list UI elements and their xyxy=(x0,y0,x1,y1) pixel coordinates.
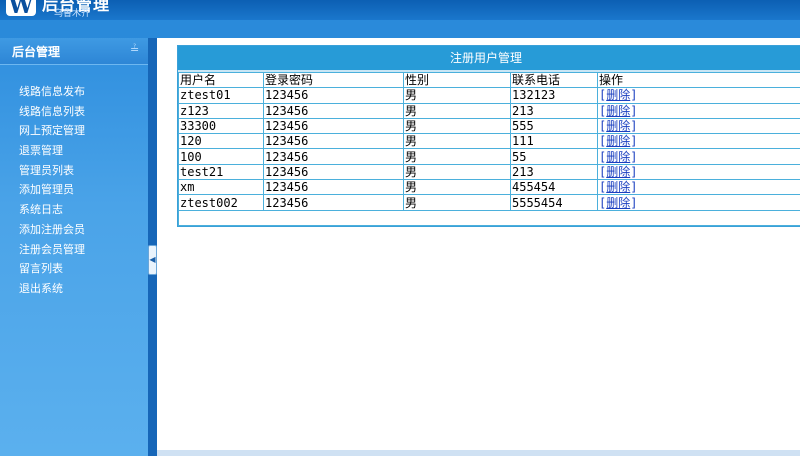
column-header-gender: 性别 xyxy=(403,71,511,89)
cell-action: [删除] xyxy=(597,102,800,119)
cell-gender: 男 xyxy=(403,87,511,104)
sidebar-item-add-member[interactable]: 添加注册会员 xyxy=(0,220,148,240)
delete-link[interactable]: 删除 xyxy=(606,196,630,210)
panel-title: 注册用户管理 xyxy=(178,46,800,72)
delete-link[interactable]: 删除 xyxy=(606,165,630,179)
table-row: xm 123456 男 455454 [删除] xyxy=(178,179,800,196)
top-header: W 后台管理 乌鲁木齐 xyxy=(0,0,800,20)
header-strip xyxy=(0,20,800,38)
cell-password: 123456 xyxy=(263,194,404,211)
cell-gender: 男 xyxy=(403,102,511,119)
sidebar-item-online-booking[interactable]: 网上预定管理 xyxy=(0,121,148,141)
sidebar: 后台管理 ≟ 线路信息发布 线路信息列表 网上预定管理 退票管理 管理员列表 添… xyxy=(0,38,148,456)
table-row: z123 123456 男 213 [删除] xyxy=(178,102,800,119)
cell-action: [删除] xyxy=(597,148,800,165)
collapse-left-arrow-icon[interactable]: ◀ xyxy=(148,245,157,275)
table-row: ztest01 123456 男 132123 [删除] xyxy=(178,87,800,104)
sidebar-menu: 线路信息发布 线路信息列表 网上预定管理 退票管理 管理员列表 添加管理员 系统… xyxy=(0,82,148,299)
column-header-action: 操作 xyxy=(597,71,800,89)
sidebar-title: 后台管理 xyxy=(12,45,61,59)
sidebar-item-refund[interactable]: 退票管理 xyxy=(0,141,148,161)
cell-gender: 男 xyxy=(403,163,511,181)
user-management-panel: 注册用户管理 用户名 登录密码 性别 联系电话 操作 ztest01 12345… xyxy=(177,45,800,227)
sidebar-item-route-publish[interactable]: 线路信息发布 xyxy=(0,82,148,102)
cell-gender: 男 xyxy=(403,179,511,196)
table-row: 100 123456 男 55 [删除] xyxy=(178,148,800,165)
cell-phone: 213 xyxy=(510,163,598,181)
cell-action: [删除] xyxy=(597,194,800,211)
delete-link[interactable]: 删除 xyxy=(606,119,630,133)
delete-link[interactable]: 删除 xyxy=(606,134,630,148)
sidebar-item-system-log[interactable]: 系统日志 xyxy=(0,200,148,220)
sidebar-item-messages[interactable]: 留言列表 xyxy=(0,259,148,279)
sidebar-item-logout[interactable]: 退出系统 xyxy=(0,279,148,299)
cell-phone: 111 xyxy=(510,133,598,150)
cell-action: [删除] xyxy=(597,163,800,181)
delete-link[interactable]: 删除 xyxy=(606,180,630,194)
table-row: 120 123456 男 111 [删除] xyxy=(178,133,800,150)
sidebar-item-admin-list[interactable]: 管理员列表 xyxy=(0,161,148,181)
logo-icon: W xyxy=(6,0,36,19)
cell-action: [删除] xyxy=(597,87,800,104)
cell-action: [删除] xyxy=(597,179,800,196)
cell-username: z123 xyxy=(178,102,264,119)
column-header-username: 用户名 xyxy=(178,71,264,89)
column-header-password: 登录密码 xyxy=(263,71,404,89)
delete-link[interactable]: 删除 xyxy=(606,88,630,102)
cell-username: 100 xyxy=(178,148,264,165)
table-row: test21 123456 男 213 [删除] xyxy=(178,163,800,181)
cell-username: 120 xyxy=(178,133,264,150)
cell-password: 123456 xyxy=(263,148,404,165)
sidebar-item-route-list[interactable]: 线路信息列表 xyxy=(0,102,148,122)
cell-action: [删除] xyxy=(597,117,800,135)
cell-password: 123456 xyxy=(263,133,404,150)
cell-password: 123456 xyxy=(263,163,404,181)
cell-gender: 男 xyxy=(403,117,511,135)
chevron-double-down-icon[interactable]: ≟ xyxy=(130,43,139,56)
cell-gender: 男 xyxy=(403,133,511,150)
column-header-phone: 联系电话 xyxy=(510,71,598,89)
cell-gender: 男 xyxy=(403,194,511,211)
cell-gender: 男 xyxy=(403,148,511,165)
table-row: ztest002 123456 男 5555454 [删除] xyxy=(178,194,800,211)
cell-username: 33300 xyxy=(178,117,264,135)
delete-link[interactable]: 删除 xyxy=(606,104,630,118)
main-bottom-border xyxy=(157,450,800,456)
cell-action: [删除] xyxy=(597,133,800,150)
app-subtitle: 乌鲁木齐 xyxy=(54,9,91,19)
user-table: 用户名 登录密码 性别 联系电话 操作 ztest01 123456 男 132… xyxy=(178,71,800,226)
cell-phone: 55 xyxy=(510,148,598,165)
table-row: 33300 123456 男 555 [删除] xyxy=(178,117,800,135)
cell-phone: 455454 xyxy=(510,179,598,196)
cell-username: xm xyxy=(178,179,264,196)
table-footer xyxy=(178,209,800,226)
cell-password: 123456 xyxy=(263,102,404,119)
cell-username: ztest01 xyxy=(178,87,264,104)
cell-password: 123456 xyxy=(263,117,404,135)
sidebar-header[interactable]: 后台管理 ≟ xyxy=(0,38,148,65)
sidebar-item-add-admin[interactable]: 添加管理员 xyxy=(0,180,148,200)
table-header-row: 用户名 登录密码 性别 联系电话 操作 xyxy=(178,71,800,89)
cell-phone: 555 xyxy=(510,117,598,135)
cell-username: ztest002 xyxy=(178,194,264,211)
cell-phone: 132123 xyxy=(510,87,598,104)
cell-username: test21 xyxy=(178,163,264,181)
table-footer-row xyxy=(178,209,800,226)
cell-password: 123456 xyxy=(263,87,404,104)
sidebar-item-member-manage[interactable]: 注册会员管理 xyxy=(0,240,148,260)
cell-phone: 213 xyxy=(510,102,598,119)
cell-phone: 5555454 xyxy=(510,194,598,211)
cell-password: 123456 xyxy=(263,179,404,196)
delete-link[interactable]: 删除 xyxy=(606,150,630,164)
main-content: 注册用户管理 用户名 登录密码 性别 联系电话 操作 ztest01 12345… xyxy=(157,38,800,450)
